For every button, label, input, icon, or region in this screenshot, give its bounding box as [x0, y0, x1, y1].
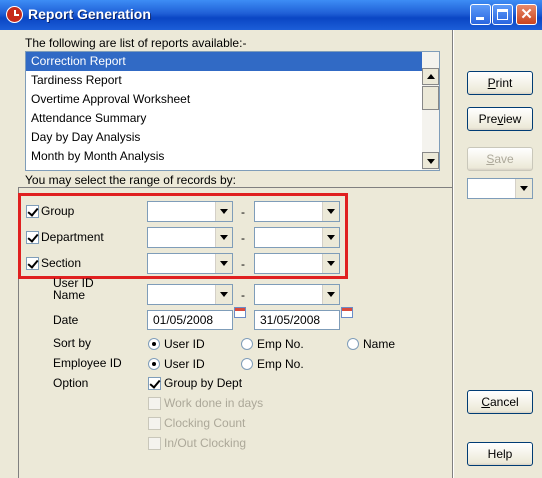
calendar-icon[interactable] — [341, 307, 353, 318]
employee-id-user-id-radio[interactable] — [148, 358, 160, 370]
calendar-icon[interactable] — [234, 307, 246, 318]
title-bar[interactable]: Report Generation ✕ — [0, 0, 542, 30]
list-scrollbar[interactable] — [422, 52, 439, 170]
clocking-count-label: Clocking Count — [164, 416, 246, 430]
maximize-icon — [497, 9, 508, 20]
minimize-icon — [476, 17, 484, 20]
list-item-month-by-month-analysis[interactable]: Month by Month Analysis — [26, 147, 439, 166]
window-title: Report Generation — [28, 6, 151, 22]
list-item-tardiness-report[interactable]: Tardiness Report — [26, 71, 439, 90]
list-item-day-by-day-analysis[interactable]: Day by Day Analysis — [26, 128, 439, 147]
group-by-dept-label: Group by Dept — [164, 376, 243, 390]
output-select[interactable] — [467, 178, 533, 199]
print-button[interactable]: Print — [467, 71, 533, 95]
sort-by-emp-no-label: Emp No. — [257, 337, 304, 351]
minimize-button[interactable] — [470, 4, 491, 25]
sort-by-name-radio[interactable] — [347, 338, 359, 350]
dropdown-button[interactable] — [515, 179, 532, 198]
sort-by-name-label: Name — [363, 337, 396, 351]
chevron-down-icon — [220, 292, 228, 297]
scroll-down-button[interactable] — [422, 152, 439, 169]
employee-id-user-id-label: User ID — [164, 357, 205, 371]
name-label-line: Name — [53, 288, 86, 302]
close-icon: ✕ — [520, 6, 533, 23]
work-done-in-days-label: Work done in days — [164, 396, 264, 410]
clock-icon — [6, 6, 23, 23]
help-button[interactable]: Help — [467, 442, 533, 466]
close-button[interactable]: ✕ — [516, 4, 537, 25]
range-label: You may select the range of records by: — [25, 173, 237, 187]
cancel-button[interactable]: Cancel — [467, 390, 533, 414]
user-from-select[interactable] — [147, 284, 233, 305]
clocking-count-checkbox[interactable] — [148, 417, 161, 430]
list-item-correction-report[interactable]: Correction Report — [26, 52, 439, 71]
list-item-attendance-summary[interactable]: Attendance Summary — [26, 109, 439, 128]
sort-by-user-id-radio[interactable] — [148, 338, 160, 350]
reports-label: The following are list of reports availa… — [25, 36, 247, 50]
date-from-field[interactable]: 01/05/2008 — [147, 310, 233, 330]
preview-post: iew — [503, 112, 522, 126]
range-separator: - — [241, 288, 245, 302]
in-out-clocking-label: In/Out Clocking — [164, 436, 247, 450]
user-id-name-label: User ID Name — [53, 277, 94, 301]
dropdown-button[interactable] — [215, 285, 232, 304]
date-to-field[interactable]: 31/05/2008 — [254, 310, 340, 330]
divider — [453, 30, 454, 478]
employee-id-emp-no-radio[interactable] — [241, 358, 253, 370]
group-by-dept-checkbox[interactable] — [148, 377, 161, 390]
preview-pre: Pre — [478, 112, 498, 126]
list-item-overtime-approval-worksheet[interactable]: Overtime Approval Worksheet — [26, 90, 439, 109]
print-post: rint — [495, 76, 513, 90]
highlight-box — [18, 193, 348, 279]
preview-button[interactable]: Preview — [467, 107, 533, 131]
arrow-down-icon — [427, 159, 435, 164]
date-label: Date — [53, 313, 79, 327]
chevron-down-icon — [327, 292, 335, 297]
sort-by-user-id-label: User ID — [164, 337, 205, 351]
dropdown-button[interactable] — [322, 285, 339, 304]
user-to-select[interactable] — [254, 284, 340, 305]
maximize-button[interactable] — [492, 4, 513, 25]
scroll-thumb[interactable] — [422, 86, 439, 110]
scroll-up-button[interactable] — [422, 68, 439, 85]
save-post: ave — [494, 152, 514, 166]
employee-id-label: Employee ID — [53, 356, 122, 370]
employee-id-emp-no-label: Emp No. — [257, 357, 304, 371]
reports-list[interactable]: Correction Report Tardiness Report Overt… — [25, 51, 440, 171]
chevron-down-icon — [520, 186, 528, 191]
in-out-clocking-checkbox[interactable] — [148, 437, 161, 450]
cancel-key: C — [481, 395, 490, 409]
sort-by-label: Sort by — [53, 336, 92, 350]
option-label: Option — [53, 376, 89, 390]
sort-by-emp-no-radio[interactable] — [241, 338, 253, 350]
arrow-up-icon — [427, 74, 435, 79]
cancel-post: ancel — [489, 395, 519, 409]
print-key: P — [487, 76, 496, 90]
work-done-in-days-checkbox[interactable] — [148, 397, 161, 410]
save-button[interactable]: Save — [467, 147, 533, 171]
report-generation-window: Report Generation ✕ The following are li… — [0, 0, 542, 478]
